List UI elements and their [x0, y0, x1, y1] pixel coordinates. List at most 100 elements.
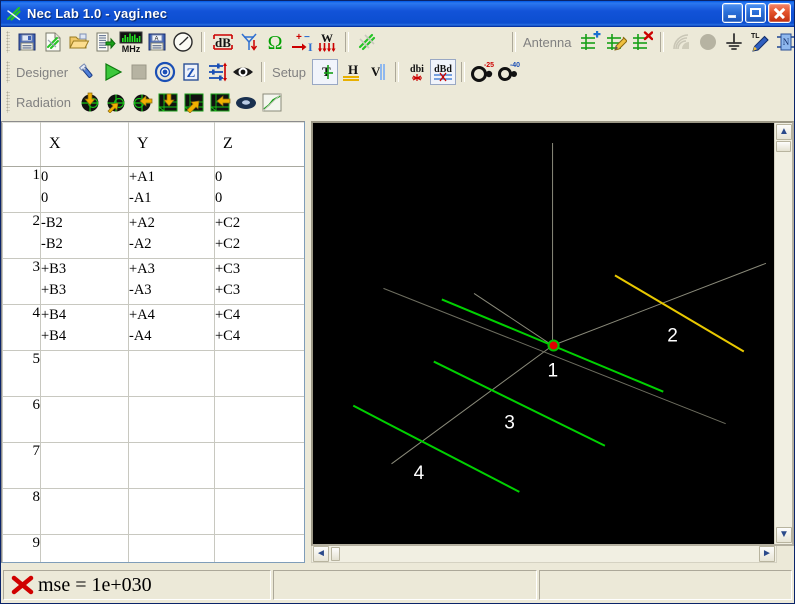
torus-3d-button[interactable] [233, 89, 259, 115]
horizontal-scroll-thumb[interactable] [331, 547, 340, 561]
toolbar-grip[interactable] [6, 31, 10, 53]
save-file-button[interactable] [14, 29, 40, 55]
cell-z[interactable] [214, 396, 304, 443]
row-number[interactable]: 4 [2, 304, 41, 351]
wires-button[interactable] [354, 29, 380, 55]
cell-y[interactable] [128, 534, 215, 562]
tools-button[interactable] [74, 59, 100, 85]
table-row[interactable]: 9 [2, 534, 304, 562]
table-row[interactable]: 2 -B2 -B2 +A2 -A2 +C2 +C2 [2, 212, 304, 259]
export-file-button[interactable] [92, 29, 118, 55]
cell-x[interactable]: +B3 +B3 [40, 258, 129, 305]
impedance-z-button[interactable]: Z [178, 59, 204, 85]
frequency-button[interactable]: MHz [118, 29, 144, 55]
gain-db-button[interactable]: dB [210, 29, 236, 55]
row-number[interactable]: 6 [2, 396, 41, 443]
cell-x[interactable]: -B2 -B2 [40, 212, 129, 259]
cell-y[interactable] [128, 396, 215, 443]
cell-z[interactable] [214, 534, 304, 562]
toolbar-grip[interactable] [6, 91, 10, 113]
row-number[interactable]: 1 [2, 166, 41, 213]
sphere-button[interactable] [695, 29, 721, 55]
row-number[interactable]: 2 [2, 212, 41, 259]
close-button[interactable] [768, 3, 791, 23]
ground-button[interactable] [721, 29, 747, 55]
table-row[interactable]: 6 [2, 396, 304, 443]
pattern-25-button[interactable]: -25 [470, 59, 496, 85]
scroll-up-button[interactable]: ▲ [776, 124, 792, 140]
plot-down-button[interactable] [155, 89, 181, 115]
impedance-button[interactable]: Ω [262, 29, 288, 55]
table-row[interactable]: 7 [2, 442, 304, 489]
cell-x[interactable] [40, 488, 129, 535]
column-header-z[interactable]: Z [214, 122, 304, 167]
graph-button[interactable] [259, 89, 285, 115]
row-number[interactable]: 7 [2, 442, 41, 489]
column-header-x[interactable]: X [40, 122, 129, 167]
table-row[interactable]: 8 [2, 488, 304, 535]
row-number[interactable]: 3 [2, 258, 41, 305]
target-button[interactable] [152, 59, 178, 85]
plot-left-button[interactable] [207, 89, 233, 115]
dbd-button[interactable]: dBd [430, 59, 457, 85]
scroll-down-button[interactable]: ▼ [776, 527, 792, 543]
cell-y[interactable] [128, 488, 215, 535]
cell-y[interactable] [128, 442, 215, 489]
viewport-horizontal-scrollbar[interactable]: ◄ ► [311, 546, 777, 563]
cell-y[interactable]: +A1 -A1 [128, 166, 215, 213]
cell-x[interactable] [40, 396, 129, 443]
cell-x[interactable]: 0 0 [40, 166, 129, 213]
antenna-chart-button[interactable] [236, 29, 262, 55]
cell-y[interactable]: +A3 -A3 [128, 258, 215, 305]
cell-z[interactable] [214, 442, 304, 489]
cell-y[interactable]: +A2 -A2 [128, 212, 215, 259]
row-number[interactable]: 8 [2, 488, 41, 535]
total-field-button[interactable]: T [312, 59, 339, 85]
viewport-vertical-scrollbar[interactable]: ▲ ▼ [774, 123, 792, 544]
cell-z[interactable]: +C2 +C2 [214, 212, 304, 259]
stop-button[interactable] [126, 59, 152, 85]
table-row[interactable]: 5 [2, 350, 304, 397]
row-number[interactable]: 9 [2, 534, 41, 562]
cell-z[interactable]: 0 0 [214, 166, 304, 213]
cell-z[interactable]: +C3 +C3 [214, 258, 304, 305]
add-antenna-button[interactable] [577, 29, 603, 55]
cell-x[interactable]: +B4 +B4 [40, 304, 129, 351]
pattern-40-button[interactable]: -40 [496, 59, 522, 85]
table-row[interactable]: 1 0 0 +A1 -A1 0 0 [2, 166, 304, 213]
cell-x[interactable] [40, 442, 129, 489]
pattern-left-button[interactable] [129, 89, 155, 115]
antenna-3d-canvas[interactable]: 1 2 3 4 [313, 123, 774, 544]
vertical-scroll-thumb[interactable] [776, 141, 791, 152]
corner-header[interactable] [2, 122, 41, 167]
run-button[interactable] [100, 59, 126, 85]
delete-antenna-button[interactable] [629, 29, 655, 55]
toolbar-grip[interactable] [6, 61, 10, 83]
dbi-button[interactable]: dbi [404, 59, 430, 85]
scroll-right-button[interactable]: ► [759, 546, 775, 562]
table-row[interactable]: 3 +B3 +B3 +A3 -A3 +C3 +C3 [2, 258, 304, 305]
horizontal-field-button[interactable]: H [338, 59, 364, 85]
transmission-line-button[interactable]: TL [747, 29, 773, 55]
ground-wave-button[interactable] [669, 29, 695, 55]
current-button[interactable]: + − I [288, 29, 314, 55]
edit-antenna-button[interactable] [603, 29, 629, 55]
column-header-y[interactable]: Y [128, 122, 215, 167]
optimize-button[interactable] [204, 59, 230, 85]
plot-up-button[interactable] [181, 89, 207, 115]
cell-z[interactable] [214, 350, 304, 397]
cell-z[interactable]: +C4 +C4 [214, 304, 304, 351]
meter-button[interactable] [170, 29, 196, 55]
new-file-button[interactable] [40, 29, 66, 55]
cell-y[interactable]: +A4 -A4 [128, 304, 215, 351]
pattern-up-button[interactable] [103, 89, 129, 115]
cell-y[interactable] [128, 350, 215, 397]
row-number[interactable]: 5 [2, 350, 41, 397]
view-button[interactable] [230, 59, 256, 85]
save-as-button[interactable]: A [144, 29, 170, 55]
cell-z[interactable] [214, 488, 304, 535]
feed-point[interactable] [547, 339, 560, 352]
maximize-button[interactable] [745, 3, 766, 23]
power-button[interactable]: W [314, 29, 340, 55]
cell-x[interactable] [40, 534, 129, 562]
